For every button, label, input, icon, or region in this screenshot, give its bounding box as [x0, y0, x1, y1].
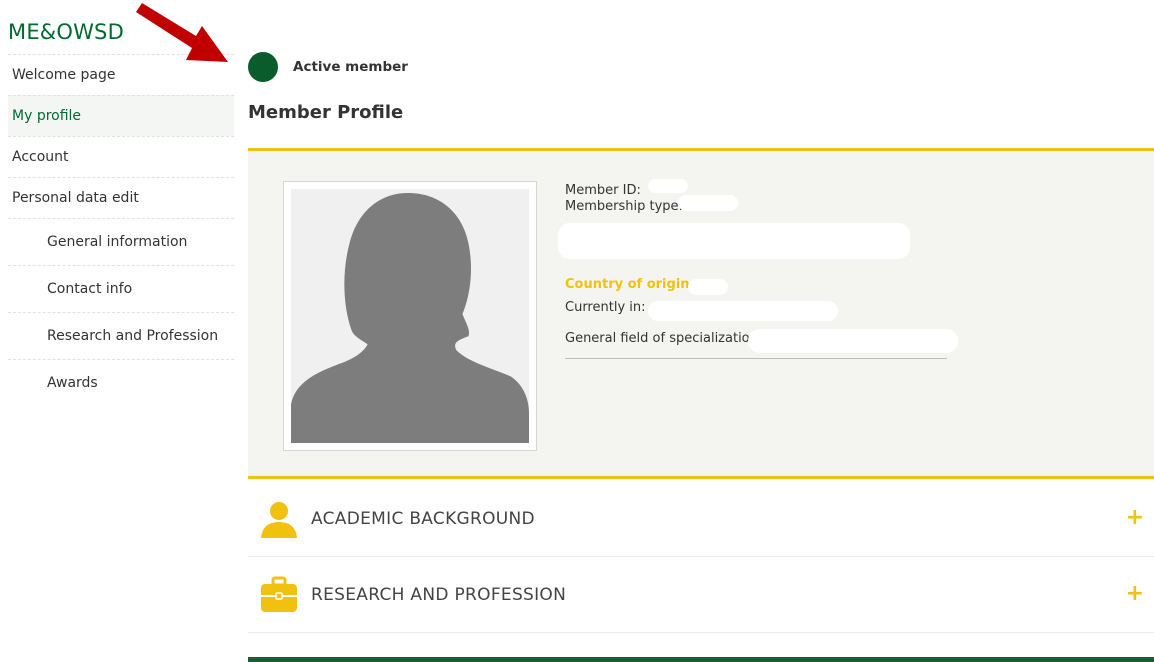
sidebar-item-research-and-profession[interactable]: Research and Profession — [8, 312, 234, 359]
section-label: RESEARCH AND PROFESSION — [311, 584, 567, 605]
membership-type-label: Membership type: — [565, 199, 683, 214]
profile-photo — [291, 189, 529, 443]
section-research-and-profession[interactable]: RESEARCH AND PROFESSION + — [248, 557, 1154, 633]
redacted-country — [688, 279, 728, 295]
redacted-member-id — [648, 179, 688, 193]
annotation-arrow-icon — [136, 3, 228, 62]
expand-plus-icon[interactable]: + — [1126, 507, 1144, 529]
status-indicator-icon — [248, 52, 278, 82]
sidebar-item-account[interactable]: Account — [8, 136, 234, 177]
page-title: Member Profile — [248, 102, 404, 123]
info-divider — [565, 358, 947, 359]
profile-photo-frame — [283, 181, 537, 451]
profile-card: Member ID: Membership type: Country of o… — [248, 148, 1154, 479]
footer-bar — [248, 657, 1154, 662]
person-icon — [256, 496, 302, 542]
section-label: ACADEMIC BACKGROUND — [311, 508, 535, 529]
redacted-field — [748, 329, 958, 353]
sidebar-item-contact-info[interactable]: Contact info — [8, 265, 234, 312]
member-status: Active member — [248, 52, 408, 82]
avatar-silhouette-icon — [291, 193, 529, 443]
redacted-current-location — [648, 301, 838, 321]
sidebar-item-personal-data-edit[interactable]: Personal data edit — [8, 177, 234, 218]
redacted-membership-type — [678, 195, 738, 211]
section-academic-background[interactable]: ACADEMIC BACKGROUND + — [248, 481, 1154, 557]
sidebar: ME&OWSD Welcome page My profile Account … — [0, 0, 234, 662]
redacted-name — [558, 223, 910, 259]
brand-logo[interactable]: ME&OWSD — [8, 20, 124, 44]
sidebar-item-general-information[interactable]: General information — [8, 218, 234, 265]
member-id-label: Member ID: — [565, 183, 641, 198]
status-label: Active member — [293, 59, 408, 75]
sidebar-item-awards[interactable]: Awards — [8, 359, 234, 406]
sidebar-nav: Welcome page My profile Account Personal… — [8, 54, 234, 406]
briefcase-icon — [256, 572, 302, 618]
expand-plus-icon[interactable]: + — [1126, 583, 1144, 605]
sidebar-item-my-profile[interactable]: My profile — [8, 95, 234, 136]
country-of-origin-label: Country of origin: — [565, 277, 695, 292]
